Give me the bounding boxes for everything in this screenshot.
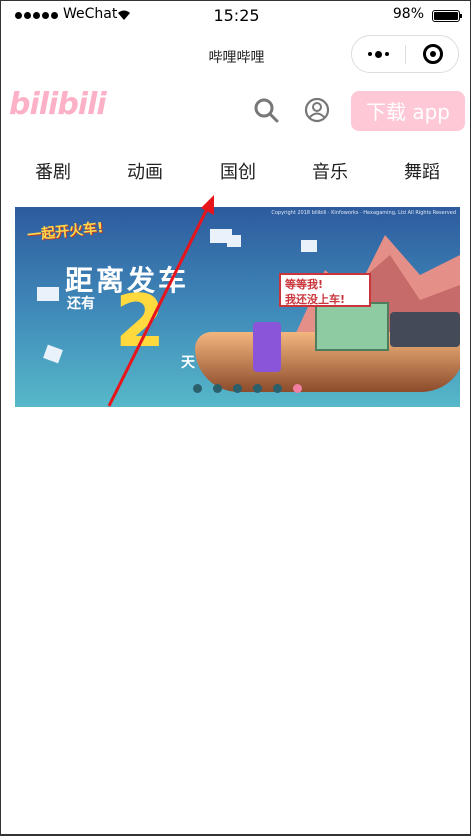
- tab-music[interactable]: 音乐: [312, 158, 348, 184]
- carousel-dot[interactable]: [233, 384, 242, 393]
- tab-bangumi[interactable]: 番剧: [35, 158, 71, 184]
- banner-day-text: 天: [181, 355, 195, 371]
- phone-frame: WeChat 15:25 98% 哔哩哔哩 bilibili 下载 app 番剧…: [0, 0, 471, 836]
- battery-icon: [432, 10, 462, 22]
- station-shape: [315, 302, 389, 351]
- tab-dance[interactable]: 舞蹈: [404, 158, 440, 184]
- category-tabs: 番剧 动画 国创 音乐 舞蹈: [1, 151, 472, 189]
- banner-sign: 等等我! 我还没上车!: [279, 273, 371, 307]
- train-shape: [390, 312, 460, 347]
- battery-percent: 98%: [392, 6, 424, 22]
- dinosaur-character: [253, 322, 281, 372]
- sign-line-1: 等等我!: [285, 278, 324, 291]
- cloud-shape: [227, 235, 241, 247]
- user-icon[interactable]: [304, 97, 330, 123]
- carousel-dot[interactable]: [193, 384, 202, 393]
- carousel-dot[interactable]: [253, 384, 262, 393]
- more-icon[interactable]: [368, 49, 392, 59]
- banner-copyright: Copyright 2018 bilibili · Kinfoworks · H…: [271, 210, 456, 216]
- carousel-indicator: [193, 384, 302, 393]
- tab-animation[interactable]: 动画: [127, 158, 163, 184]
- download-app-button[interactable]: 下载 app: [351, 91, 465, 131]
- carousel-dot-active[interactable]: [293, 384, 302, 393]
- banner-tag: 一起开火车!: [26, 220, 105, 244]
- banner-countdown-number: 2: [115, 279, 166, 363]
- carousel-dot[interactable]: [273, 384, 282, 393]
- battery-level: [434, 12, 458, 20]
- status-bar: WeChat 15:25 98%: [1, 1, 472, 29]
- promo-banner[interactable]: 一起开火车! 距离发车 还有 2 天 等等我! 我还没上车! Copyright…: [15, 207, 460, 407]
- sign-line-2: 我还没上车!: [285, 293, 346, 306]
- cloud-shape: [43, 344, 63, 364]
- tab-guochuang[interactable]: 国创: [220, 158, 256, 184]
- search-icon[interactable]: [253, 97, 279, 123]
- banner-still-text: 还有: [67, 296, 95, 312]
- close-program-icon[interactable]: [423, 44, 443, 64]
- capsule-divider: [405, 45, 406, 64]
- bilibili-logo[interactable]: bilibili: [9, 87, 107, 122]
- carousel-dot[interactable]: [213, 384, 222, 393]
- mini-program-capsule: [351, 35, 459, 73]
- cloud-shape: [37, 287, 59, 301]
